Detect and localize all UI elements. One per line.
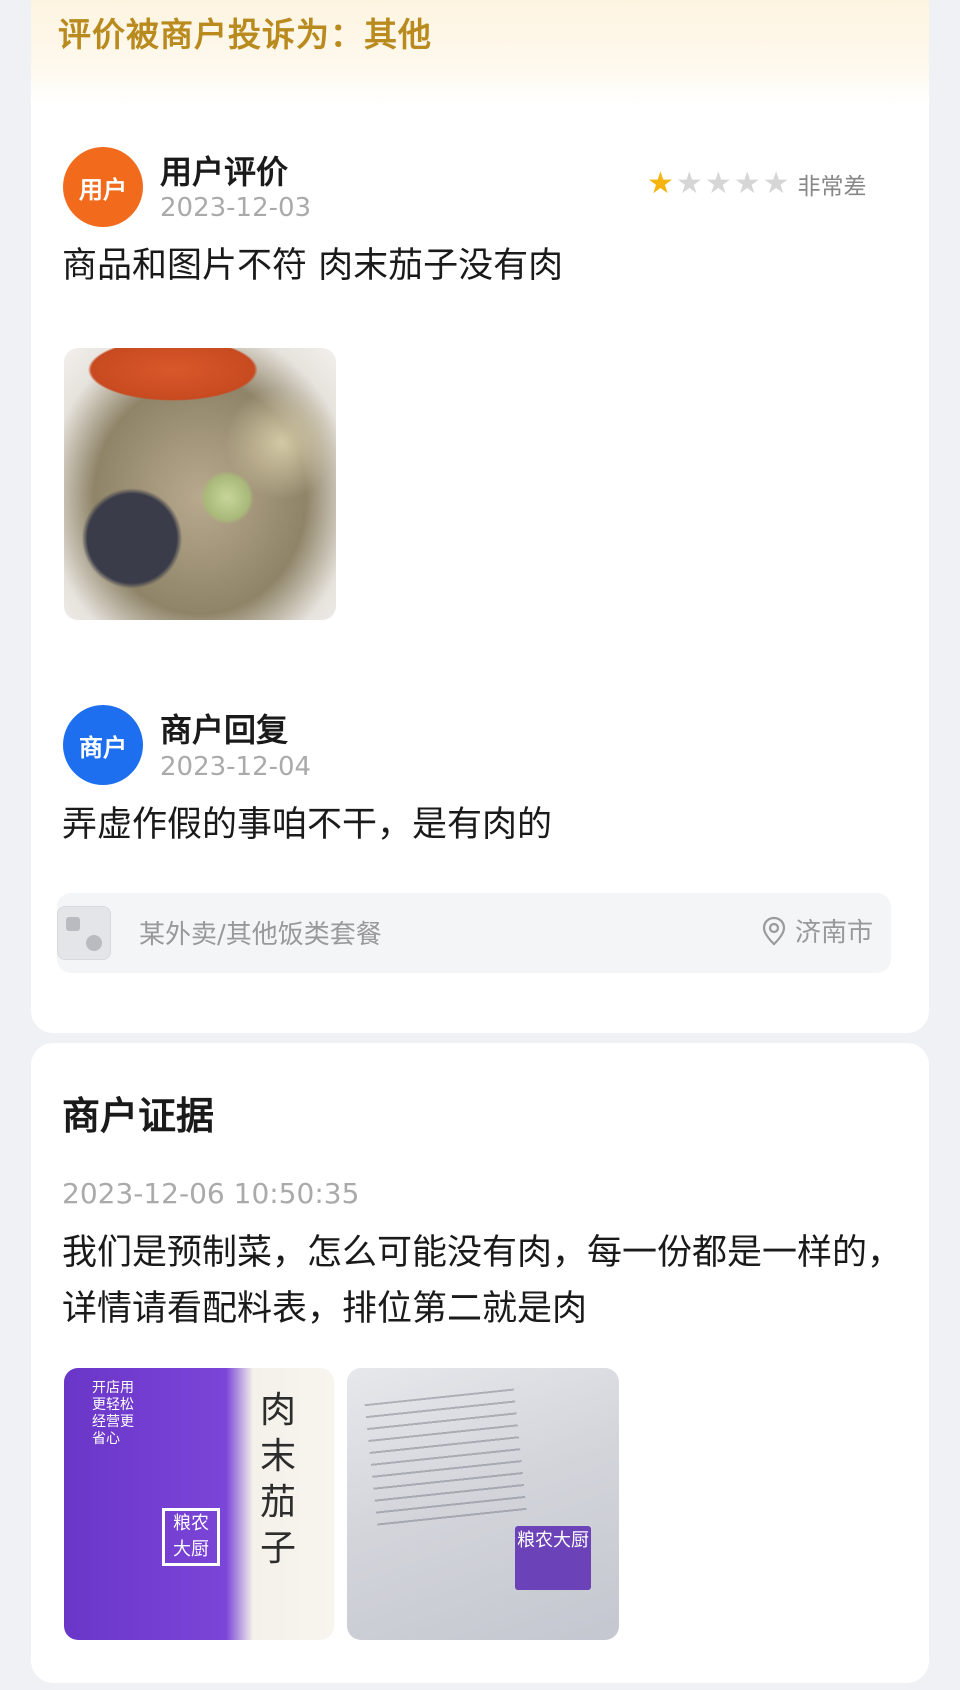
evidence-datetime: 2023-12-06 10:50:35 [62,1177,360,1210]
product-thumbnail [57,906,111,960]
merchant-reply-title: 商户回复 [160,711,289,749]
user-review-text: 商品和图片不符 肉末茄子没有肉 [62,246,564,286]
review-photo[interactable] [64,348,336,620]
evidence-text: 我们是预制菜，怎么可能没有肉，每一份都是一样的，详情请看配料表，排位第二就是肉 [62,1233,903,1329]
star-rating: ★ ★ ★ ★ ★ 非常差 [647,167,867,201]
merchant-reply-text: 弄虚作假的事咱不干，是有肉的 [62,805,553,845]
location-text: 济南市 [794,918,873,948]
complaint-text: 评价被商户投诉为：其他 [58,15,432,54]
user-review-title: 用户评价 [160,153,289,191]
review-card: 评价被商户投诉为：其他 用户 用户评价 2023-12-03 ★ ★ ★ ★ ★… [31,0,929,1033]
evidence-photo-ingredients[interactable]: 粮农大厨 [347,1368,619,1640]
location: 济南市 [761,912,873,949]
star-icon: ★ [762,166,790,201]
ingredient-text-lines [364,1388,528,1534]
merchant-avatar: 商户 [63,705,143,785]
complaint-banner: 评价被商户投诉为：其他 [31,0,929,105]
star-icon: ★ [647,166,674,201]
evidence-title: 商户证据 [62,1094,215,1138]
evidence-photo-package[interactable]: 开店用更轻松经营更省心 粮农大厨 肉末茄子 [64,1368,334,1640]
merchant-reply-date: 2023-12-04 [160,752,312,782]
user-avatar: 用户 [63,147,143,227]
evidence-card: 商户证据 2023-12-06 10:50:35 我们是预制菜，怎么可能没有肉，… [31,1043,929,1683]
label-brand-logo: 粮农大厨 [515,1526,591,1590]
product-bar[interactable]: 某外卖/其他饭类套餐 济南市 [57,893,891,973]
location-pin-icon [762,916,786,945]
package-slogan: 开店用更轻松经营更省心 [92,1380,134,1447]
star-icon: ★ [675,166,703,201]
product-name: 某外卖/其他饭类套餐 [139,920,382,950]
user-review-date: 2023-12-03 [160,193,312,223]
package-product-label: 肉末茄子 [260,1390,297,1569]
star-icon: ★ [704,166,732,201]
package-brand-logo: 粮农大厨 [162,1508,220,1566]
star-icon: ★ [733,166,761,201]
rating-label: 非常差 [797,174,867,200]
